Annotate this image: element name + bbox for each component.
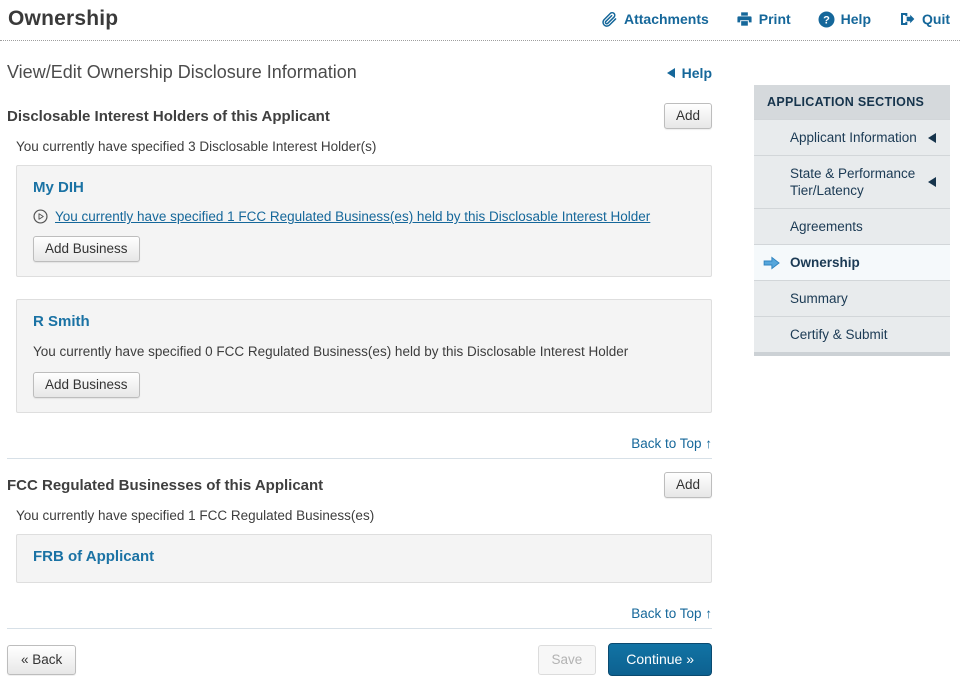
- footer-actions: « Back Save Continue »: [7, 643, 712, 676]
- section-divider: [7, 628, 712, 629]
- continue-button[interactable]: Continue »: [608, 643, 712, 676]
- dih-name-link[interactable]: R Smith: [33, 313, 695, 330]
- dih-count-note: You currently have specified 3 Disclosab…: [16, 139, 712, 154]
- dih-business-count-text: You currently have specified 0 FCC Regul…: [33, 344, 695, 359]
- frb-card: FRB of Applicant: [16, 534, 712, 583]
- sidebar-item-ownership[interactable]: Ownership: [754, 244, 950, 280]
- collapsed-indicator-icon: [928, 177, 936, 187]
- dih-card-my-dih: My DIH You currently have specified 1 FC…: [16, 165, 712, 277]
- page-subtitle: View/Edit Ownership Disclosure Informati…: [7, 62, 357, 83]
- paperclip-icon: [601, 11, 618, 28]
- current-section-arrow-icon: [763, 256, 780, 274]
- help-link-label: Help: [682, 65, 712, 81]
- attachments-label: Attachments: [624, 11, 709, 27]
- sidebar-item-certify-submit[interactable]: Certify & Submit: [754, 316, 950, 352]
- frb-count-note: You currently have specified 1 FCC Regul…: [16, 508, 712, 523]
- page-title: Ownership: [8, 7, 118, 31]
- sidebar-item-summary[interactable]: Summary: [754, 280, 950, 316]
- sidebar-item-agreements[interactable]: Agreements: [754, 208, 950, 244]
- triangle-left-icon: [667, 68, 675, 78]
- sidebar-title: APPLICATION SECTIONS: [754, 85, 950, 119]
- back-button[interactable]: « Back: [7, 645, 76, 675]
- frb-name-link[interactable]: FRB of Applicant: [33, 548, 695, 565]
- add-dih-button[interactable]: Add: [664, 103, 712, 129]
- help-circle-icon: ?: [818, 11, 835, 28]
- add-frb-button[interactable]: Add: [664, 472, 712, 498]
- help-top-label: Help: [841, 11, 871, 27]
- attachments-link[interactable]: Attachments: [601, 11, 709, 28]
- quit-link[interactable]: Quit: [898, 11, 950, 27]
- top-links: Attachments Print ? Help Quit: [601, 11, 952, 28]
- help-link[interactable]: Help: [667, 65, 712, 81]
- sidebar-item-applicant-information[interactable]: Applicant Information: [754, 119, 950, 155]
- top-bar: Ownership Attachments Print ? Help Quit: [0, 0, 960, 41]
- dih-card-r-smith: R Smith You currently have specified 0 F…: [16, 299, 712, 413]
- section-divider: [7, 458, 712, 459]
- print-label: Print: [759, 11, 791, 27]
- help-top-link[interactable]: ? Help: [818, 11, 871, 28]
- collapsed-indicator-icon: [928, 133, 936, 143]
- add-business-button[interactable]: Add Business: [33, 236, 140, 262]
- print-link[interactable]: Print: [736, 11, 791, 27]
- add-business-button[interactable]: Add Business: [33, 372, 140, 398]
- printer-icon: [736, 11, 753, 27]
- dih-name-link[interactable]: My DIH: [33, 179, 695, 196]
- quit-label: Quit: [922, 11, 950, 27]
- play-circle-icon: [33, 209, 48, 224]
- dih-business-count-link[interactable]: You currently have specified 1 FCC Regul…: [55, 209, 650, 224]
- dih-section-title: Disclosable Interest Holders of this App…: [7, 108, 330, 125]
- application-sections-sidebar: APPLICATION SECTIONS Applicant Informati…: [754, 85, 950, 356]
- back-to-top-link[interactable]: Back to Top ↑: [631, 436, 712, 451]
- main-panel: View/Edit Ownership Disclosure Informati…: [7, 62, 712, 676]
- svg-text:?: ?: [823, 14, 830, 26]
- frb-section-title: FCC Regulated Businesses of this Applica…: [7, 477, 323, 494]
- save-button[interactable]: Save: [538, 645, 597, 675]
- quit-icon: [898, 11, 916, 27]
- sidebar-item-state-performance-tier-latency[interactable]: State & Performance Tier/Latency: [754, 155, 950, 208]
- content: View/Edit Ownership Disclosure Informati…: [0, 62, 960, 676]
